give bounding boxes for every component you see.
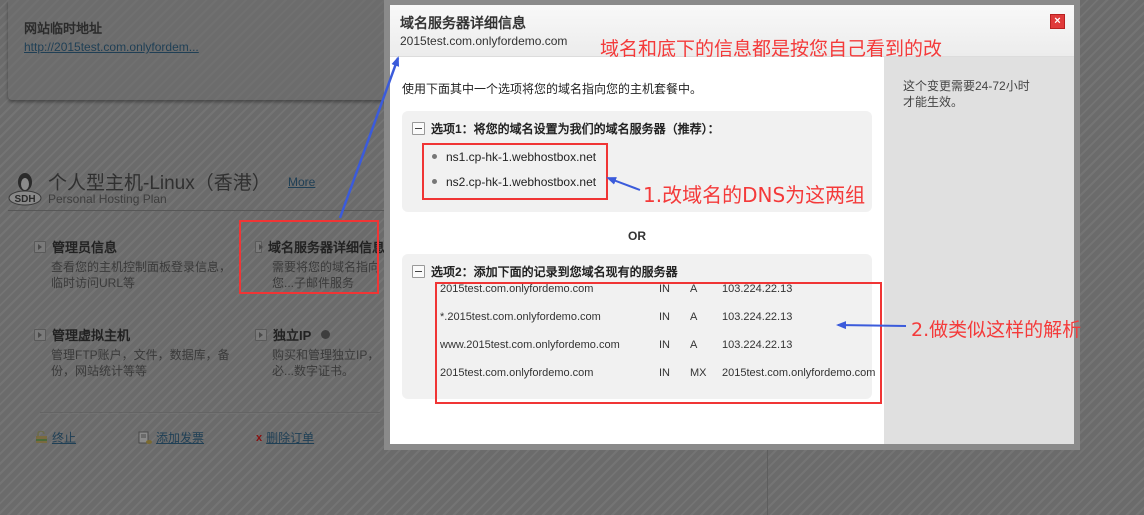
divider bbox=[767, 450, 768, 515]
feature-desc: 管理FTP账户，文件，数据库，备份，网站统计等等 bbox=[51, 348, 230, 378]
feature-title: 管理虚拟主机 bbox=[52, 328, 131, 343]
temp-site-url-link[interactable]: http://2015test.com.onlyfordem... bbox=[24, 40, 199, 54]
close-icon[interactable]: × bbox=[1050, 14, 1065, 29]
delete-order-link[interactable]: x 删除订单 bbox=[256, 429, 314, 446]
feature-desc: 购买和管理独立IP，必...数字证书。 bbox=[272, 348, 380, 378]
invoice-icon bbox=[138, 431, 152, 444]
feature-manage-hosting[interactable]: 管理虚拟主机 管理FTP账户，文件，数据库，备份，网站统计等等 bbox=[34, 325, 234, 379]
modal-domain: 2015test.com.onlyfordemo.com bbox=[400, 34, 568, 48]
feature-admin-info[interactable]: 管理员信息 查看您的主机控制面板登录信息，临时访问URL等 bbox=[34, 237, 234, 291]
divider bbox=[40, 412, 380, 413]
expand-arrow-icon bbox=[34, 240, 46, 253]
highlight-box-nameservers bbox=[422, 143, 608, 200]
temp-site-title: 网站临时地址 bbox=[24, 21, 103, 36]
option2-heading: 选项2：添加下面的记录到您域名现有的服务器 bbox=[431, 265, 678, 279]
side-panel: 这个变更需要24-72小时才能生效。 bbox=[884, 57, 1074, 444]
annotation-top: 域名和底下的信息都是按您自己看到的改 bbox=[600, 38, 943, 60]
feature-title: 管理员信息 bbox=[52, 240, 118, 255]
highlight-box-feature bbox=[239, 220, 379, 294]
temp-site-card: 网站临时地址 http://2015test.com.onlyfordem... bbox=[8, 0, 388, 100]
feature-desc: 查看您的主机控制面板登录信息，临时访问URL等 bbox=[51, 260, 232, 290]
feature-dedicated-ip[interactable]: 独立IP 购买和管理独立IP，必...数字证书。 bbox=[255, 325, 385, 379]
highlight-box-records bbox=[435, 282, 882, 404]
plan-icon-badge: SDH bbox=[14, 194, 35, 205]
plan-title: 个人型主机-Linux（香港） bbox=[48, 173, 271, 194]
linux-penguin-icon: SDH bbox=[8, 173, 42, 206]
divider bbox=[8, 210, 388, 211]
plan-more-link[interactable]: More bbox=[288, 175, 315, 189]
x-icon: x bbox=[256, 431, 263, 444]
annotation-step1: 1.改域名的DNS为这两组 bbox=[643, 183, 866, 207]
expand-arrow-icon bbox=[34, 328, 46, 341]
annotation-step2: 2.做类似这样的解析 bbox=[911, 319, 1082, 341]
lock-icon bbox=[36, 431, 47, 443]
collapse-icon[interactable] bbox=[412, 265, 425, 278]
modal-intro: 使用下面其中一个选项将您的域名指向您的主机套餐中。 bbox=[402, 82, 703, 96]
add-invoice-link[interactable]: 添加发票 bbox=[138, 429, 204, 446]
modal-title: 域名服务器详细信息 bbox=[400, 15, 526, 31]
or-separator: OR bbox=[628, 229, 646, 243]
propagation-note: 这个变更需要24-72小时才能生效。 bbox=[903, 79, 1030, 109]
feature-title: 独立IP bbox=[273, 328, 312, 343]
status-dot-icon bbox=[321, 330, 331, 339]
collapse-icon[interactable] bbox=[412, 122, 425, 135]
terminate-link[interactable]: 终止 bbox=[35, 429, 76, 446]
plan-subtitle: Personal Hosting Plan bbox=[48, 192, 167, 206]
expand-arrow-icon bbox=[255, 328, 267, 341]
option1-heading: 选项1：将您的域名设置为我们的域名服务器（推荐）： bbox=[431, 122, 720, 136]
